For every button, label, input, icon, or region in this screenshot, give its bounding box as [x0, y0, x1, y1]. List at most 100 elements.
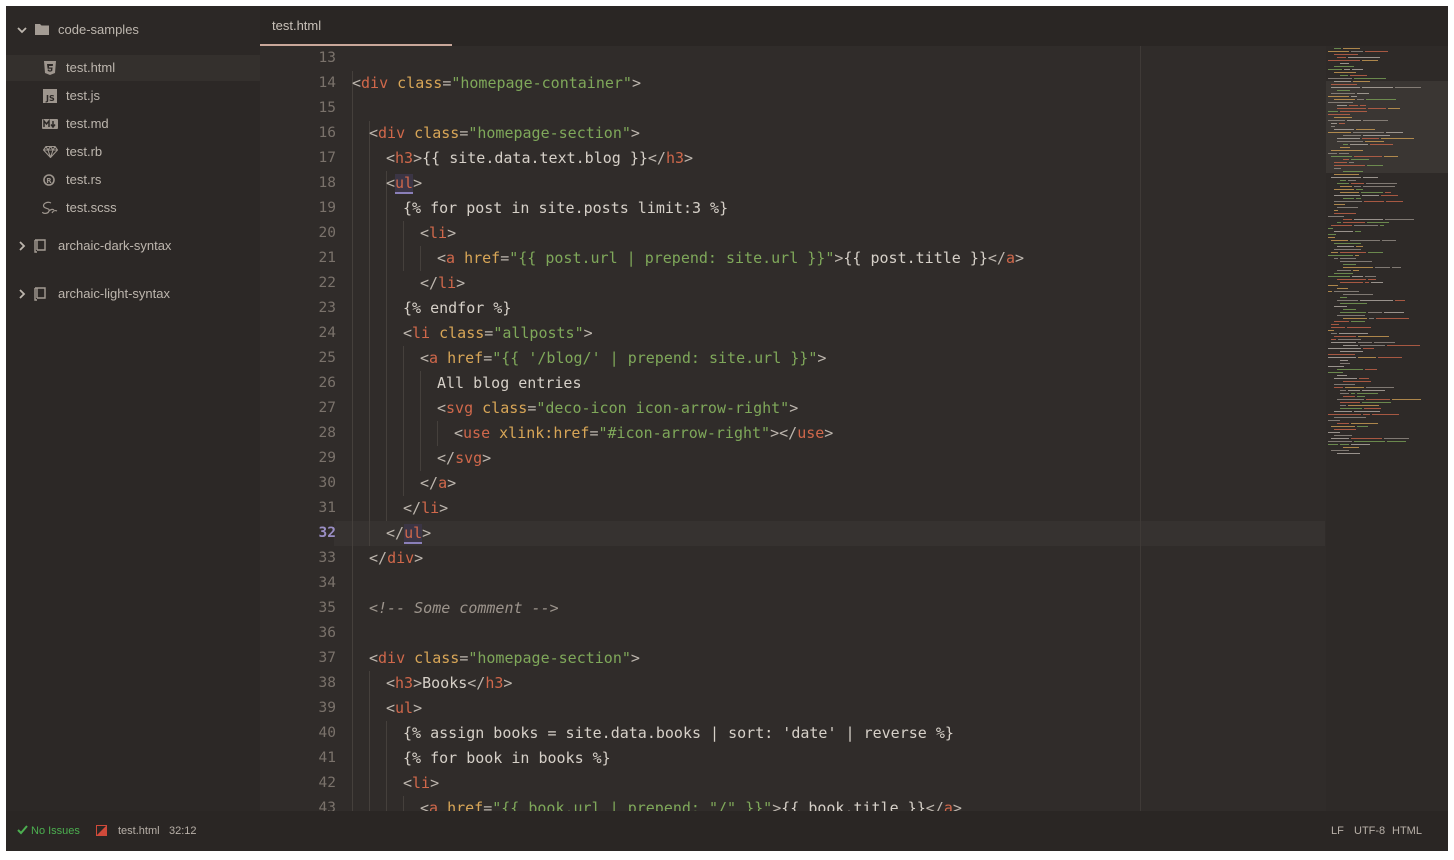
line-number[interactable]: 40 [296, 721, 336, 746]
code-area[interactable]: <div class="homepage-container"> <div cl… [336, 46, 1336, 811]
tree-file-test-js[interactable]: JS test.js [6, 83, 260, 109]
line-number[interactable]: 21 [296, 246, 336, 271]
tree-project-archaic-light-syntax[interactable]: archaic-light-syntax [6, 281, 260, 307]
line-number[interactable]: 13 [296, 46, 336, 71]
code-line: <li> [420, 224, 457, 242]
code-line: {% assign books = site.data.books | sort… [403, 724, 954, 742]
minimap-line [1339, 123, 1345, 124]
text-editor[interactable]: 13 14 15 16 17 18 19 20 21 22 23 24 25 26 27 28 29 30 31 32… [260, 46, 1448, 811]
tree-project-label: archaic-light-syntax [58, 286, 170, 301]
encoding-selector[interactable]: UTF-8 [1354, 825, 1385, 837]
tree-file-test-scss[interactable]: test.scss [6, 195, 260, 221]
minimap-line [1328, 51, 1349, 52]
minimap-line [1347, 120, 1361, 121]
minimap-line [1345, 387, 1364, 388]
line-number[interactable]: 22 [296, 271, 336, 296]
minimap-line [1331, 342, 1356, 343]
chevron-down-icon[interactable] [16, 24, 28, 36]
line-number[interactable]: 18 [296, 171, 336, 196]
minimap-line [1334, 204, 1345, 205]
minimap-line [1328, 357, 1356, 358]
line-number[interactable]: 17 [296, 146, 336, 171]
minimap-line [1340, 258, 1356, 259]
minimap-line [1356, 189, 1363, 190]
line-number[interactable]: 38 [296, 671, 336, 696]
tree-file-test-rb[interactable]: test.rb [6, 139, 260, 165]
minimap-line [1331, 93, 1355, 94]
chevron-right-icon[interactable] [16, 288, 28, 300]
minimap-line [1366, 99, 1396, 100]
cursor-position[interactable]: 32:12 [169, 825, 197, 837]
line-number[interactable]: 41 [296, 746, 336, 771]
line-number[interactable]: 20 [296, 221, 336, 246]
minimap-line [1328, 354, 1355, 355]
minimap-line [1343, 171, 1363, 172]
bracket-match-highlight: ul [395, 174, 414, 194]
code-line: </svg> [437, 449, 492, 467]
minimap-line [1334, 210, 1338, 211]
tree-file-test-html[interactable]: test.html [6, 55, 260, 81]
line-number[interactable]: 16 [296, 121, 336, 146]
tree-file-test-md[interactable]: test.md [6, 111, 260, 137]
minimap-line [1331, 252, 1338, 253]
tree-project-archaic-dark-syntax[interactable]: archaic-dark-syntax [6, 233, 260, 259]
ruby-icon [43, 146, 58, 158]
line-number[interactable]: 24 [296, 321, 336, 346]
minimap-line [1387, 441, 1406, 442]
minimap[interactable] [1326, 46, 1448, 811]
minimap-line [1334, 378, 1357, 379]
tree-file-test-rs[interactable]: R test.rs [6, 167, 260, 193]
line-number[interactable]: 27 [296, 396, 336, 421]
line-number[interactable]: 43 [296, 796, 336, 811]
line-number[interactable]: 31 [296, 496, 336, 521]
tab-test-html[interactable]: test.html [260, 6, 452, 46]
tree-file-label: test.rb [66, 144, 103, 159]
status-file-path[interactable]: test.html [118, 825, 160, 837]
line-number[interactable]: 35 [296, 596, 336, 621]
line-number[interactable]: 14 [296, 71, 336, 96]
line-number[interactable]: 32 [296, 521, 336, 546]
minimap-line [1328, 348, 1361, 349]
minimap-line [1340, 282, 1363, 283]
chevron-right-icon[interactable] [16, 240, 28, 252]
line-number[interactable]: 23 [296, 296, 336, 321]
minimap-line [1337, 375, 1347, 376]
line-number[interactable]: 29 [296, 446, 336, 471]
minimap-line [1356, 246, 1363, 247]
minimap-line [1354, 225, 1378, 226]
line-number[interactable]: 33 [296, 546, 336, 571]
line-number[interactable]: 34 [296, 571, 336, 596]
line-number[interactable]: 36 [296, 621, 336, 646]
linter-status[interactable]: No Issues [31, 825, 80, 837]
minimap-line [1386, 132, 1403, 133]
minimap-line [1351, 183, 1364, 184]
tree-root-folder[interactable]: code-samples [6, 17, 260, 43]
markdown-icon [42, 119, 58, 129]
line-number[interactable]: 15 [296, 96, 336, 121]
minimap-line [1331, 324, 1339, 325]
line-ending-selector[interactable]: LF [1331, 825, 1344, 837]
line-number[interactable]: 39 [296, 696, 336, 721]
grammar-selector[interactable]: HTML [1392, 825, 1422, 837]
minimap-line [1334, 291, 1359, 292]
minimap-line [1340, 363, 1350, 364]
line-number[interactable]: 26 [296, 371, 336, 396]
minimap-line [1382, 240, 1396, 241]
minimap-line [1337, 138, 1360, 139]
minimap-line [1363, 120, 1388, 121]
minimap-line [1385, 192, 1391, 193]
line-number[interactable]: 37 [296, 646, 336, 671]
minimap-line [1331, 150, 1363, 151]
minimap-line [1340, 147, 1350, 148]
minimap-line [1340, 252, 1366, 253]
minimap-line [1343, 48, 1360, 49]
line-number[interactable]: 30 [296, 471, 336, 496]
line-number[interactable]: 19 [296, 196, 336, 221]
minimap-line [1380, 225, 1384, 226]
minimap-line [1328, 285, 1338, 286]
line-number[interactable]: 28 [296, 421, 336, 446]
line-number[interactable]: 42 [296, 771, 336, 796]
line-number[interactable]: 25 [296, 346, 336, 371]
line-number-gutter[interactable]: 13 14 15 16 17 18 19 20 21 22 23 24 25 26 27 28 29 30 31 32… [260, 46, 336, 811]
code-line: <li> [403, 774, 440, 792]
